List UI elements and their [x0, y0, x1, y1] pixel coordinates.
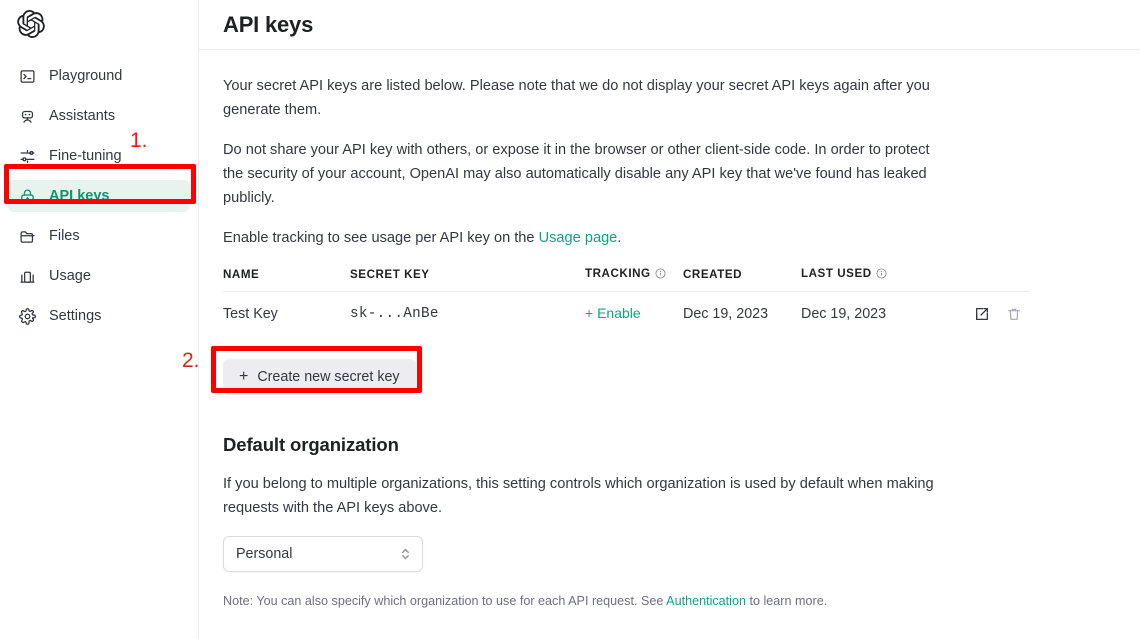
sidebar-item-label: Assistants: [49, 108, 116, 124]
page-title: API keys: [223, 11, 314, 37]
api-request-note: Note: You can also specify which organiz…: [223, 592, 1116, 610]
api-keys-table: NAME SECRET KEY TRACKING CREATED LAST US…: [223, 267, 1030, 335]
sidebar-item-label: API keys: [49, 188, 110, 204]
sidebar-item-playground[interactable]: Playground: [8, 60, 190, 92]
cell-created: Dec 19, 2023: [683, 305, 769, 322]
cell-tracking: + Enable: [585, 292, 683, 336]
terminal-icon: [18, 67, 36, 85]
table-header: NAME SECRET KEY TRACKING CREATED LAST US…: [223, 267, 1030, 292]
edit-icon[interactable]: [974, 306, 990, 322]
column-header-tracking: TRACKING: [585, 267, 683, 292]
usage-page-link[interactable]: Usage page: [539, 230, 618, 246]
column-header-created: CREATED: [683, 267, 801, 292]
cell-last-used: Dec 19, 2023: [801, 305, 887, 322]
column-header-last-used-label: LAST USED: [801, 267, 872, 280]
cell-secret-key: sk-...AnBe: [350, 305, 439, 322]
sidebar-item-label: Files: [49, 228, 80, 244]
default-organization-heading: Default organization: [223, 434, 399, 455]
sidebar-item-label: Settings: [49, 308, 102, 324]
create-new-secret-key-button[interactable]: + Create new secret key: [223, 359, 416, 395]
info-icon[interactable]: [655, 268, 666, 282]
tracking-note-prefix: Enable tracking to see usage per API key…: [223, 230, 539, 246]
create-button-row: + Create new secret key: [223, 359, 1116, 395]
default-organization-value: Personal: [236, 546, 293, 562]
row-action-group: [932, 306, 1030, 322]
column-header-secret-key: SECRET KEY: [350, 267, 585, 292]
default-organization-description: If you belong to multiple organizations,…: [223, 476, 934, 516]
page-header: API keys: [199, 0, 1140, 50]
sidebar-item-api-keys[interactable]: API keys: [8, 180, 190, 212]
enable-tracking-link[interactable]: + Enable: [585, 305, 641, 321]
column-header-name: NAME: [223, 267, 350, 292]
default-organization-select[interactable]: Personal: [223, 536, 423, 572]
sidebar-item-assistants[interactable]: Assistants: [8, 100, 190, 132]
delete-icon[interactable]: [1006, 306, 1022, 322]
note-prefix: Note: You can also specify which organiz…: [223, 594, 667, 608]
api-keys-page: Playground Assistants Fine-tuning API ke…: [0, 0, 1140, 639]
cell-actions: [932, 292, 1030, 336]
sidebar-item-settings[interactable]: Settings: [8, 300, 190, 332]
openai-logo[interactable]: [16, 9, 46, 39]
sidebar: Playground Assistants Fine-tuning API ke…: [0, 0, 199, 639]
intro-paragraph-2: Do not share your API key with others, o…: [223, 142, 930, 206]
sidebar-item-usage[interactable]: Usage: [8, 260, 190, 292]
tracking-note-suffix: .: [617, 230, 622, 246]
table-body: Test Key sk-...AnBe + Enable Dec 19, 202…: [223, 292, 1030, 336]
lock-icon: [18, 187, 36, 205]
sidebar-item-fine-tuning[interactable]: Fine-tuning: [8, 140, 190, 172]
table-row: Test Key sk-...AnBe + Enable Dec 19, 202…: [223, 292, 1030, 336]
bar-chart-icon: [18, 267, 36, 285]
sidebar-item-label: Usage: [49, 268, 91, 284]
robot-icon: [18, 107, 36, 125]
sliders-icon: [18, 147, 36, 165]
info-icon[interactable]: [876, 268, 887, 282]
gear-icon: [18, 307, 36, 325]
chevron-updown-icon: [400, 546, 411, 562]
sidebar-nav: Playground Assistants Fine-tuning API ke…: [0, 60, 198, 340]
sidebar-item-files[interactable]: Files: [8, 220, 190, 252]
table-header-row: NAME SECRET KEY TRACKING CREATED LAST US…: [223, 267, 1030, 292]
create-button-label: Create new secret key: [257, 369, 400, 385]
column-header-actions: [932, 267, 1030, 292]
authentication-link[interactable]: Authentication: [666, 594, 746, 608]
plus-icon: +: [239, 368, 249, 385]
folder-icon: [18, 227, 36, 245]
intro-paragraph-3: Enable tracking to see usage per API key…: [223, 226, 938, 250]
intro-paragraph-1: Your secret API keys are listed below. P…: [223, 78, 930, 118]
column-header-tracking-label: TRACKING: [585, 267, 651, 280]
sidebar-item-label: Fine-tuning: [49, 148, 122, 164]
sidebar-item-label: Playground: [49, 68, 123, 84]
note-suffix: to learn more.: [746, 594, 828, 608]
cell-key-name: Test Key: [223, 305, 278, 322]
column-header-last-used: LAST USED: [801, 267, 932, 292]
main-content: API keys Your secret API keys are listed…: [199, 0, 1140, 639]
content-body: Your secret API keys are listed below. P…: [199, 50, 1140, 610]
